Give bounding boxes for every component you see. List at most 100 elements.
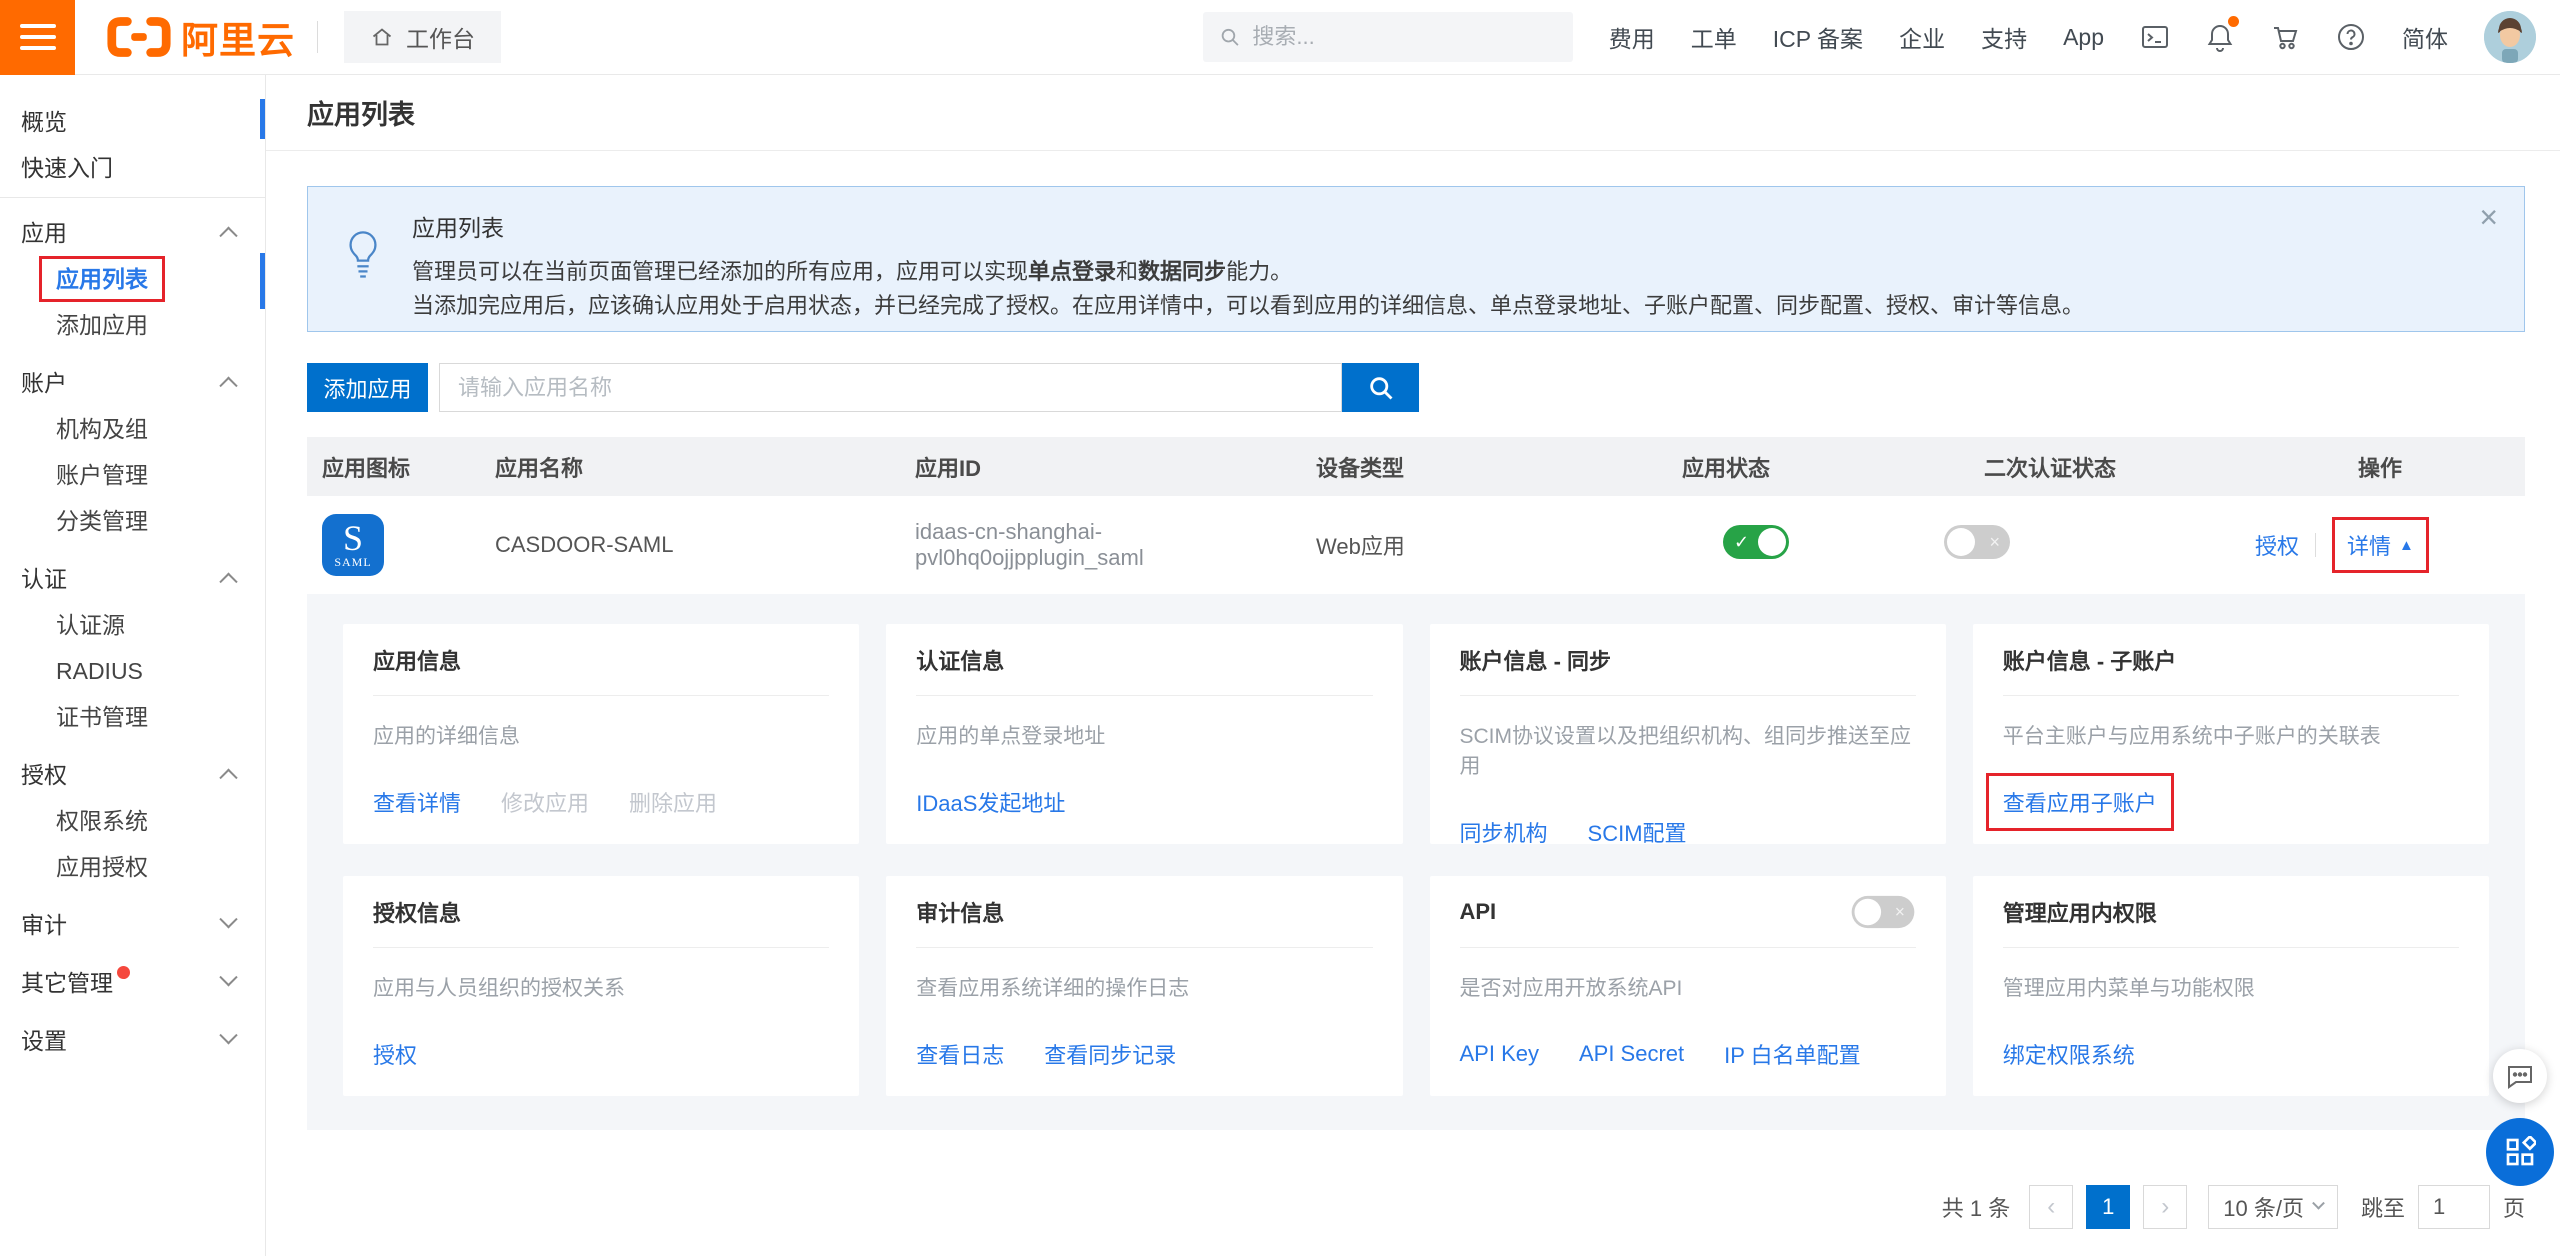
- sidebar-item-category-mgmt[interactable]: 分类管理: [0, 498, 265, 544]
- notification-bell-icon[interactable]: [2206, 22, 2234, 52]
- saml-app-icon: S SAML: [322, 514, 384, 576]
- bind-permission-system-link[interactable]: 绑定权限系统: [2003, 1038, 2135, 1070]
- locale-switcher[interactable]: 简体: [2402, 20, 2448, 54]
- nav-tickets[interactable]: 工单: [1691, 20, 1737, 54]
- sidebar-item-app-list[interactable]: 应用列表: [0, 256, 265, 302]
- add-app-button[interactable]: 添加应用: [307, 363, 428, 412]
- page-number-1[interactable]: 1: [2086, 1185, 2130, 1229]
- sidebar-item-org-groups[interactable]: 机构及组: [0, 406, 265, 452]
- ip-whitelist-link[interactable]: IP 白名单配置: [1724, 1038, 1861, 1070]
- scim-config-link[interactable]: SCIM配置: [1588, 816, 1687, 848]
- help-icon[interactable]: [2336, 22, 2366, 52]
- aliyun-logo[interactable]: 阿里云: [105, 10, 295, 64]
- nav-app[interactable]: App: [2063, 24, 2104, 51]
- app-search-input[interactable]: [439, 363, 1342, 412]
- sidebar: 概览 快速入门 应用 应用列表 添加应用 账户 机构及组 账户管理 分类管理 认…: [0, 75, 266, 1256]
- card-account-sync: 账户信息 - 同步 SCIM协议设置以及把组织机构、组同步推送至应用 同步机构 …: [1430, 624, 1946, 844]
- col-header-mfa-status: 二次认证状态: [1984, 451, 2306, 483]
- prev-page-button[interactable]: ‹: [2029, 1185, 2073, 1229]
- sidebar-group-audit[interactable]: 审计: [0, 898, 265, 948]
- divider: [0, 197, 265, 198]
- annotation-box: 查看应用子账户: [1986, 773, 2174, 831]
- view-sub-accounts-link[interactable]: 查看应用子账户: [2003, 791, 2157, 816]
- card-audit-info: 审计信息 查看应用系统详细的操作日志 查看日志 查看同步记录: [886, 876, 1402, 1096]
- sidebar-item-app-authorization[interactable]: 应用授权: [0, 844, 265, 890]
- sidebar-item-overview[interactable]: 概览: [0, 99, 265, 145]
- total-count: 共 1 条: [1942, 1191, 2010, 1223]
- terminal-icon[interactable]: [2140, 22, 2170, 52]
- sidebar-group-settings[interactable]: 设置: [0, 1014, 265, 1064]
- sidebar-group-accounts[interactable]: 账户: [0, 356, 265, 406]
- sidebar-item-add-app[interactable]: 添加应用: [0, 302, 265, 348]
- table-row: S SAML CASDOOR-SAML idaas-cn-shanghai-pv…: [307, 496, 2525, 594]
- api-toggle[interactable]: ×: [1851, 895, 1914, 927]
- api-secret-link[interactable]: API Secret: [1579, 1041, 1684, 1067]
- sidebar-item-quickstart[interactable]: 快速入门: [0, 145, 265, 191]
- view-logs-link[interactable]: 查看日志: [916, 1038, 1004, 1070]
- sidebar-item-auth-source[interactable]: 认证源: [0, 602, 265, 648]
- page-header: 应用列表: [266, 75, 2560, 151]
- global-search[interactable]: [1203, 12, 1573, 62]
- sidebar-group-applications[interactable]: 应用: [0, 206, 265, 256]
- top-bar-right: 费用 工单 ICP 备案 企业 支持 App 简体: [1203, 11, 2560, 63]
- search-icon: [1219, 25, 1241, 49]
- sync-org-link[interactable]: 同步机构: [1460, 816, 1548, 848]
- aliyun-bracket-icon: [105, 14, 173, 60]
- next-page-button[interactable]: ›: [2143, 1185, 2187, 1229]
- grid-apps-icon: [2504, 1136, 2536, 1168]
- banner-line-1: 管理员可以在当前页面管理已经添加的所有应用，应用可以实现单点登录和数据同步能力。: [412, 255, 2084, 289]
- chevron-down-icon: [2312, 1196, 2325, 1209]
- modify-app-link: 修改应用: [501, 786, 589, 818]
- app-id: idaas-cn-shanghai-pvl0hq0ojjpplugin_saml: [915, 519, 1316, 571]
- hamburger-menu-button[interactable]: [0, 0, 75, 75]
- device-type: Web应用: [1316, 529, 1682, 561]
- workbench-label: 工作台: [406, 20, 475, 54]
- table-header: 应用图标 应用名称 应用ID 设备类型 应用状态 二次认证状态 操作: [307, 437, 2525, 496]
- sidebar-scroll-indicator: [260, 99, 265, 139]
- app-search-button[interactable]: [1342, 363, 1419, 412]
- sidebar-item-cert-mgmt[interactable]: 证书管理: [0, 694, 265, 740]
- banner-line-2: 当添加完应用后，应该确认应用处于启用状态，并已经完成了授权。在应用详情中，可以看…: [412, 289, 2084, 323]
- cart-icon[interactable]: [2270, 22, 2300, 52]
- annotation-box: 详情 ▲: [2332, 517, 2429, 573]
- pagination: 共 1 条 ‹ 1 › 10 条/页 跳至 页: [307, 1185, 2525, 1229]
- sidebar-item-account-mgmt[interactable]: 账户管理: [0, 452, 265, 498]
- close-icon[interactable]: ×: [2479, 201, 2498, 233]
- chevron-down-icon: [219, 968, 237, 986]
- brand-text: 阿里云: [181, 10, 295, 64]
- top-bar: 阿里云 工作台 费用 工单 ICP 备案 企业 支持 App: [0, 0, 2560, 75]
- nav-support[interactable]: 支持: [1981, 20, 2027, 54]
- nav-billing[interactable]: 费用: [1609, 20, 1655, 54]
- view-sync-records-link[interactable]: 查看同步记录: [1044, 1038, 1176, 1070]
- app-center-button[interactable]: [2486, 1118, 2554, 1186]
- view-details-link[interactable]: 查看详情: [373, 786, 461, 818]
- authorize-link[interactable]: 授权: [373, 1038, 417, 1070]
- global-search-input[interactable]: [1252, 24, 1556, 50]
- sidebar-item-permission-system[interactable]: 权限系统: [0, 798, 265, 844]
- details-link[interactable]: 详情: [2347, 529, 2391, 561]
- sidebar-item-radius[interactable]: RADIUS: [0, 648, 265, 694]
- authorize-link[interactable]: 授权: [2255, 529, 2299, 561]
- mfa-status-toggle[interactable]: ×: [1944, 525, 2010, 559]
- app-status-toggle[interactable]: ✓: [1723, 525, 1789, 559]
- page-size-select[interactable]: 10 条/页: [2208, 1185, 2338, 1229]
- api-key-link[interactable]: API Key: [1460, 1041, 1539, 1067]
- sidebar-group-other-mgmt[interactable]: 其它管理: [0, 956, 265, 1006]
- workbench-tab[interactable]: 工作台: [344, 11, 501, 63]
- feedback-button[interactable]: [2493, 1049, 2547, 1103]
- sidebar-group-authorization[interactable]: 授权: [0, 748, 265, 798]
- jump-to-page-input[interactable]: [2418, 1185, 2490, 1229]
- chevron-up-icon: [219, 226, 237, 244]
- user-avatar[interactable]: [2484, 11, 2536, 63]
- app-table: 应用图标 应用名称 应用ID 设备类型 应用状态 二次认证状态 操作 S SAM…: [307, 437, 2525, 1130]
- idaas-sso-url-link[interactable]: IDaaS发起地址: [916, 786, 1065, 818]
- divider: [317, 21, 318, 53]
- notification-dot: [117, 966, 130, 979]
- page-content: 应用列表 管理员可以在当前页面管理已经添加的所有应用，应用可以实现单点登录和数据…: [266, 151, 2560, 1229]
- card-api: API × 是否对应用开放系统API API Key API Secret IP…: [1430, 876, 1946, 1096]
- nav-enterprise[interactable]: 企业: [1899, 20, 1945, 54]
- sidebar-group-authentication[interactable]: 认证: [0, 552, 265, 602]
- toolbar: 添加应用: [307, 363, 2525, 412]
- page-title: 应用列表: [307, 93, 415, 132]
- nav-icp[interactable]: ICP 备案: [1773, 20, 1863, 54]
